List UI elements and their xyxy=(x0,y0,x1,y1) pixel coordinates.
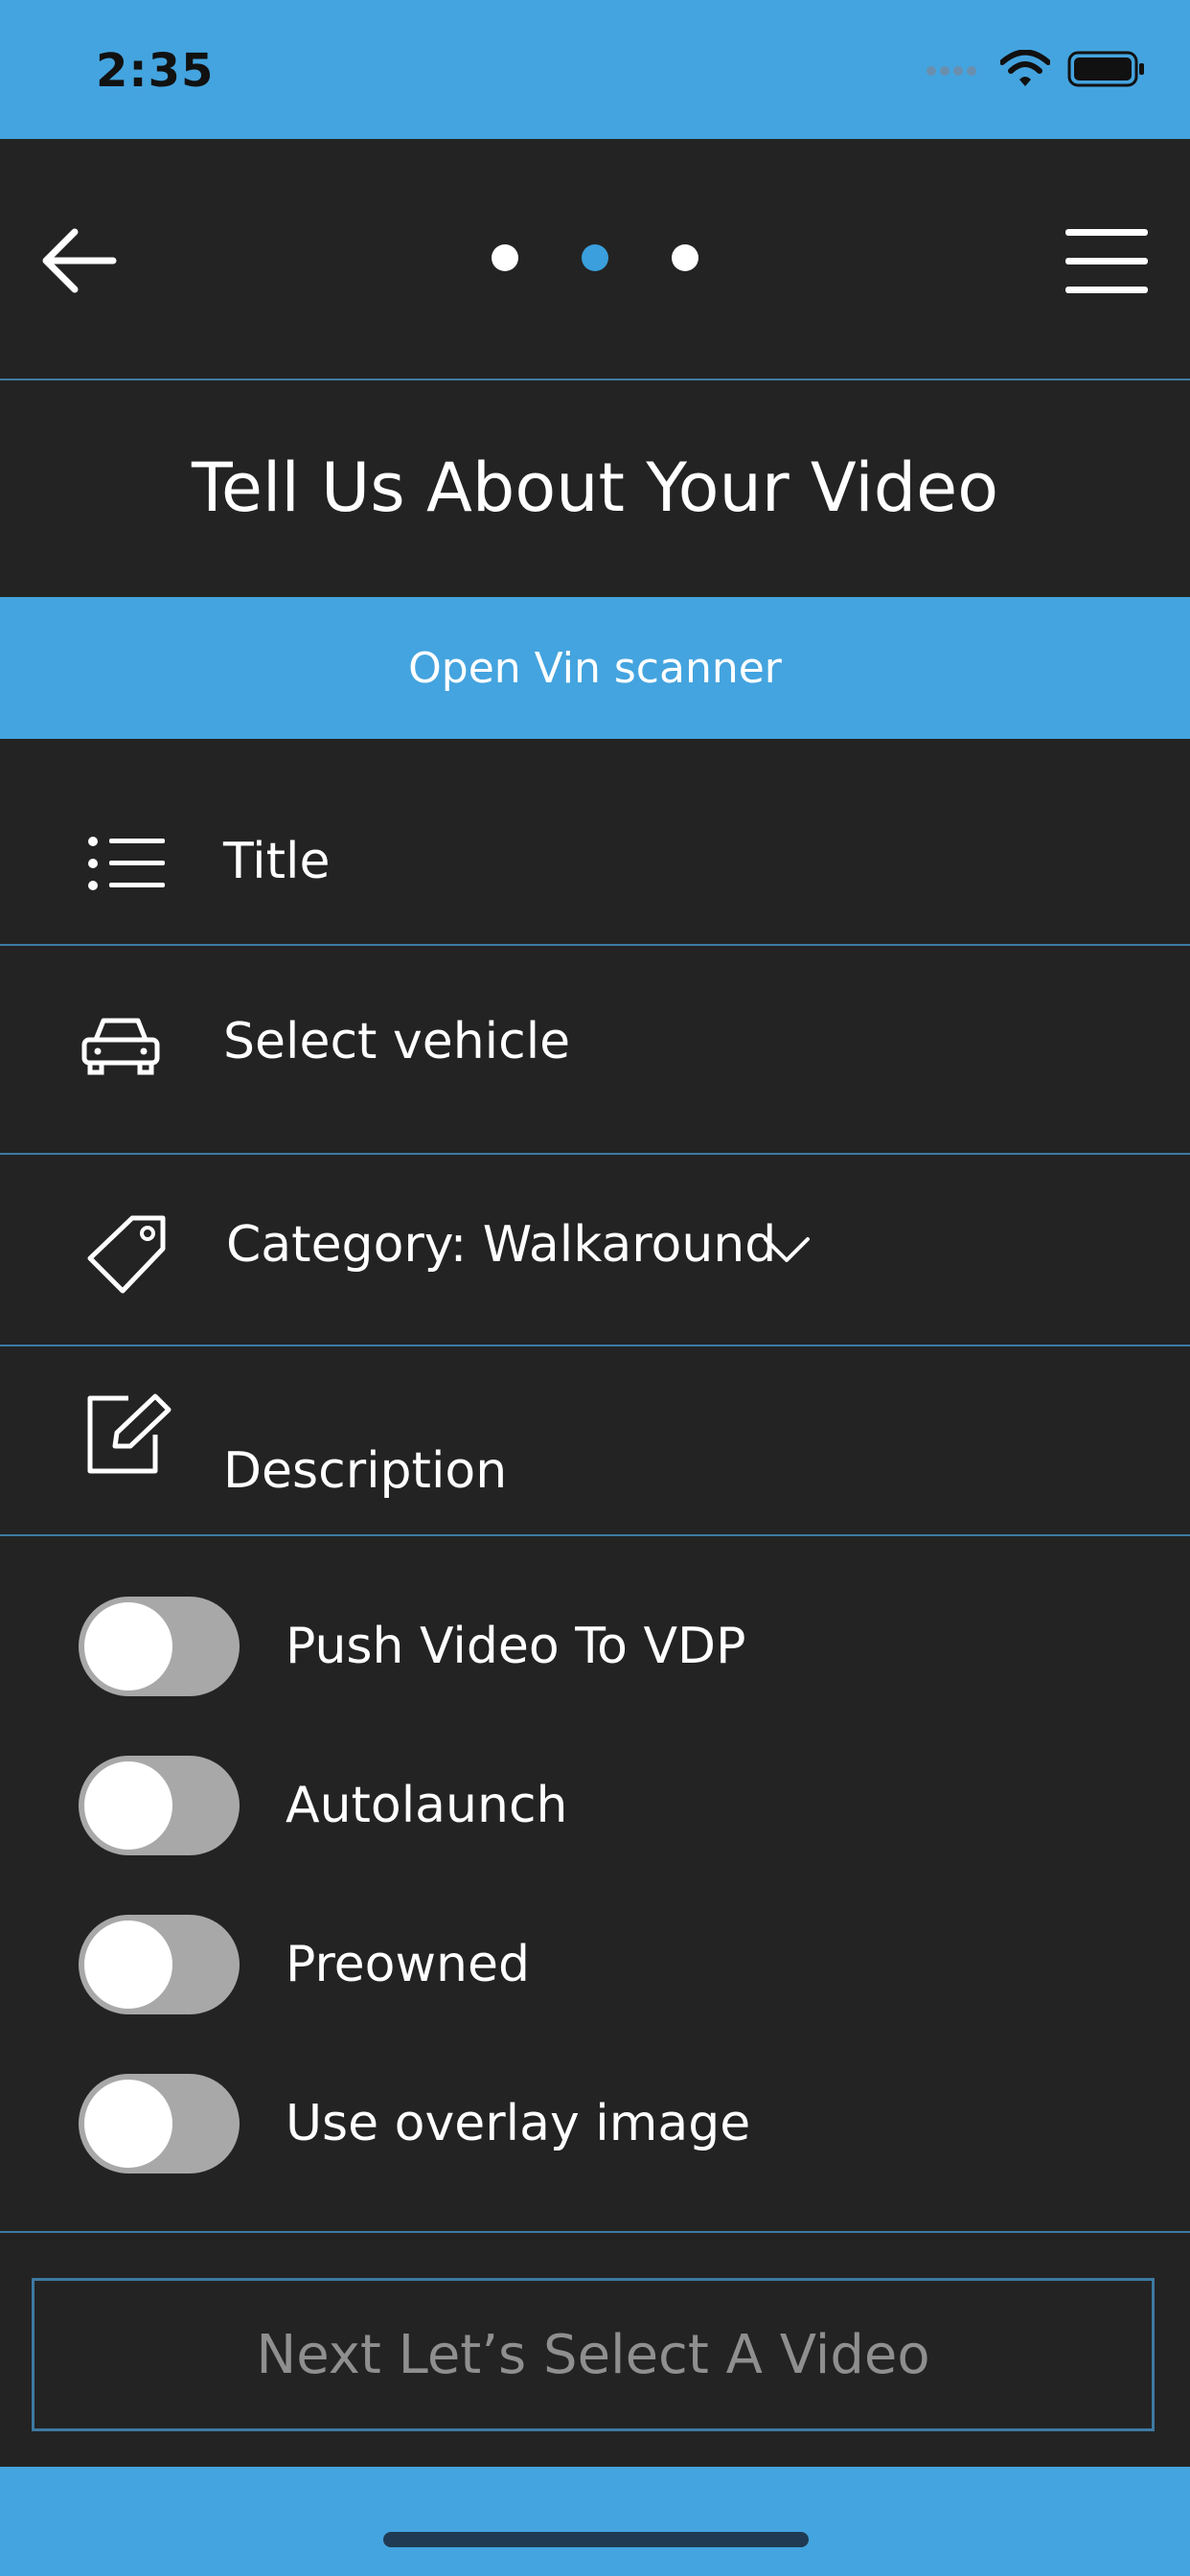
page-dot-2-active xyxy=(582,244,608,271)
divider xyxy=(0,2231,1190,2233)
switch-knob xyxy=(84,2080,172,2168)
switch-knob xyxy=(84,1602,172,1690)
toggle-push-video-to-vdp: Push Video To VDP xyxy=(79,1597,745,1696)
tag-icon xyxy=(87,1215,166,1294)
page-title: Tell Us About Your Video xyxy=(191,448,999,527)
signal-icon xyxy=(927,66,976,76)
home-indicator[interactable] xyxy=(383,2532,809,2547)
title-field-label: Title xyxy=(223,833,331,890)
toggle-preowned: Preowned xyxy=(79,1915,530,2014)
category-label: Category: Walkaround xyxy=(226,1216,777,1274)
wifi-icon xyxy=(1000,50,1050,86)
push-video-to-vdp-switch[interactable] xyxy=(79,1597,240,1696)
battery-icon xyxy=(1067,51,1144,87)
car-icon xyxy=(81,1018,160,1075)
chevron-down-icon xyxy=(764,1237,810,1262)
list-icon xyxy=(88,837,165,890)
status-time: 2:35 xyxy=(96,44,215,98)
use-overlay-image-label: Use overlay image xyxy=(286,2095,751,2152)
autolaunch-label: Autolaunch xyxy=(286,1777,568,1834)
status-bar: 2:35 xyxy=(0,0,1190,139)
toggle-autolaunch: Autolaunch xyxy=(79,1756,568,1855)
switch-knob xyxy=(84,1920,172,2009)
title-field[interactable]: Title xyxy=(0,739,1190,946)
use-overlay-image-switch[interactable] xyxy=(79,2074,240,2174)
description-label: Description xyxy=(223,1442,508,1500)
category-dropdown[interactable]: Category: Walkaround xyxy=(0,1155,1190,1346)
select-vehicle-field[interactable]: Select vehicle xyxy=(0,946,1190,1155)
autolaunch-switch[interactable] xyxy=(79,1756,240,1855)
page-indicator xyxy=(0,244,1190,271)
bottom-bar xyxy=(0,2467,1190,2576)
select-vehicle-label: Select vehicle xyxy=(223,1013,571,1070)
nav-bar xyxy=(0,139,1190,380)
hamburger-menu-icon xyxy=(1065,229,1148,293)
open-vin-scanner-button[interactable]: Open Vin scanner xyxy=(0,597,1190,739)
menu-button[interactable] xyxy=(1064,223,1150,300)
preowned-label: Preowned xyxy=(286,1936,530,1993)
page-dot-1 xyxy=(492,244,518,271)
preowned-switch[interactable] xyxy=(79,1915,240,2014)
edit-icon xyxy=(87,1393,172,1474)
toggle-use-overlay-image: Use overlay image xyxy=(79,2074,750,2174)
description-field[interactable]: Description xyxy=(0,1346,1190,1536)
page-dot-3 xyxy=(672,244,698,271)
push-video-to-vdp-label: Push Video To VDP xyxy=(286,1618,746,1675)
next-select-video-button[interactable]: Next Let’s Select A Video xyxy=(32,2278,1155,2431)
status-icons xyxy=(926,50,1146,88)
switch-knob xyxy=(84,1761,172,1850)
